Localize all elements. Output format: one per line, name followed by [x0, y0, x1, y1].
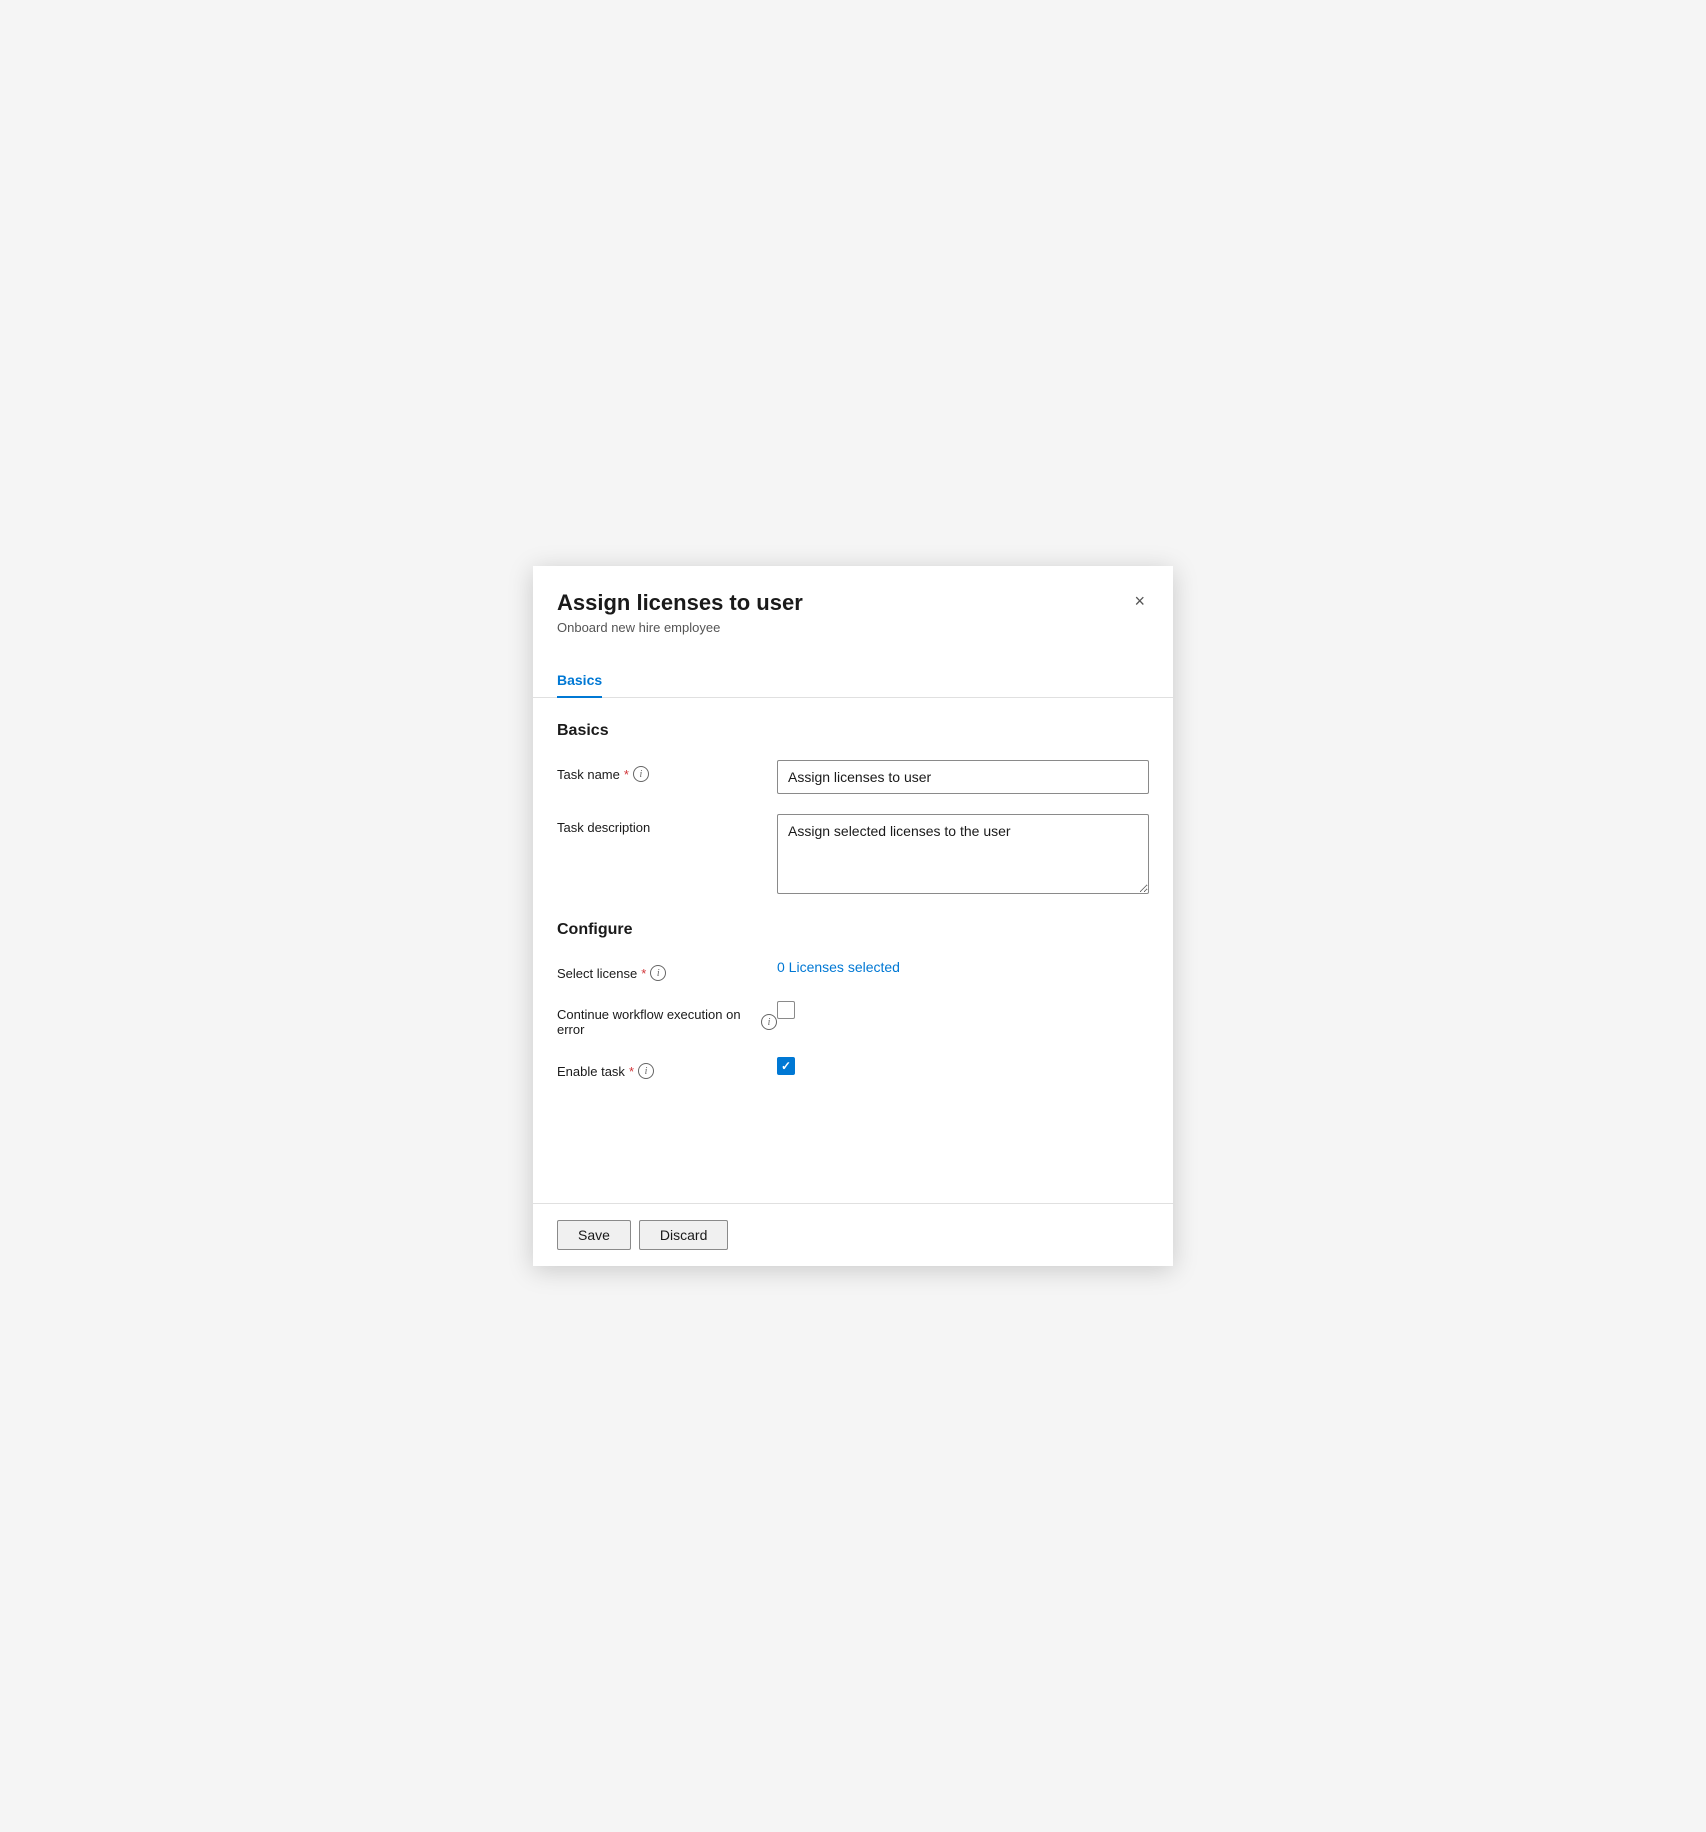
enable-task-info-icon[interactable]: i [638, 1063, 654, 1079]
task-name-row: Task name * i [557, 760, 1149, 794]
tabs-bar: Basics [533, 647, 1173, 698]
basics-section-title: Basics [557, 722, 1149, 740]
dialog-title-group: Assign licenses to user Onboard new hire… [557, 590, 803, 635]
basics-section: Basics Task name * i Task description A [557, 722, 1149, 897]
dialog-title: Assign licenses to user [557, 590, 803, 616]
task-description-label: Task description [557, 814, 777, 835]
dialog-header: Assign licenses to user Onboard new hire… [533, 566, 1173, 635]
select-license-control: 0 Licenses selected [777, 959, 1149, 975]
configure-section-title: Configure [557, 921, 1149, 939]
task-name-label: Task name * i [557, 760, 777, 782]
task-description-control: Assign selected licenses to the user [777, 814, 1149, 897]
task-description-input[interactable]: Assign selected licenses to the user [777, 814, 1149, 894]
tab-basics[interactable]: Basics [557, 664, 602, 698]
select-license-required: * [641, 966, 646, 981]
select-license-button[interactable]: 0 Licenses selected [777, 959, 900, 975]
configure-section: Configure Select license * i 0 Licenses … [557, 921, 1149, 1079]
task-description-row: Task description Assign selected license… [557, 814, 1149, 897]
select-license-info-icon[interactable]: i [650, 965, 666, 981]
select-license-row: Select license * i 0 Licenses selected [557, 959, 1149, 981]
enable-task-row: Enable task * i [557, 1057, 1149, 1079]
continue-on-error-label: Continue workflow execution on error i [557, 1001, 777, 1037]
task-name-info-icon[interactable]: i [633, 766, 649, 782]
save-button[interactable]: Save [557, 1220, 631, 1250]
dialog-subtitle: Onboard new hire employee [557, 620, 803, 635]
task-name-input[interactable] [777, 760, 1149, 794]
continue-on-error-control [777, 1001, 1149, 1019]
enable-task-control [777, 1057, 1149, 1075]
continue-on-error-info-icon[interactable]: i [761, 1014, 777, 1030]
continue-on-error-row: Continue workflow execution on error i [557, 1001, 1149, 1037]
close-button[interactable]: × [1130, 588, 1149, 614]
enable-task-label: Enable task * i [557, 1057, 777, 1079]
continue-on-error-checkbox[interactable] [777, 1001, 795, 1019]
enable-task-required: * [629, 1064, 634, 1079]
dialog-body: Basics Task name * i Task description A [533, 698, 1173, 1203]
select-license-label: Select license * i [557, 959, 777, 981]
enable-task-checkbox[interactable] [777, 1057, 795, 1075]
discard-button[interactable]: Discard [639, 1220, 728, 1250]
dialog-footer: Save Discard [533, 1203, 1173, 1266]
task-name-required: * [624, 767, 629, 782]
assign-licenses-dialog: Assign licenses to user Onboard new hire… [533, 566, 1173, 1266]
task-name-control [777, 760, 1149, 794]
